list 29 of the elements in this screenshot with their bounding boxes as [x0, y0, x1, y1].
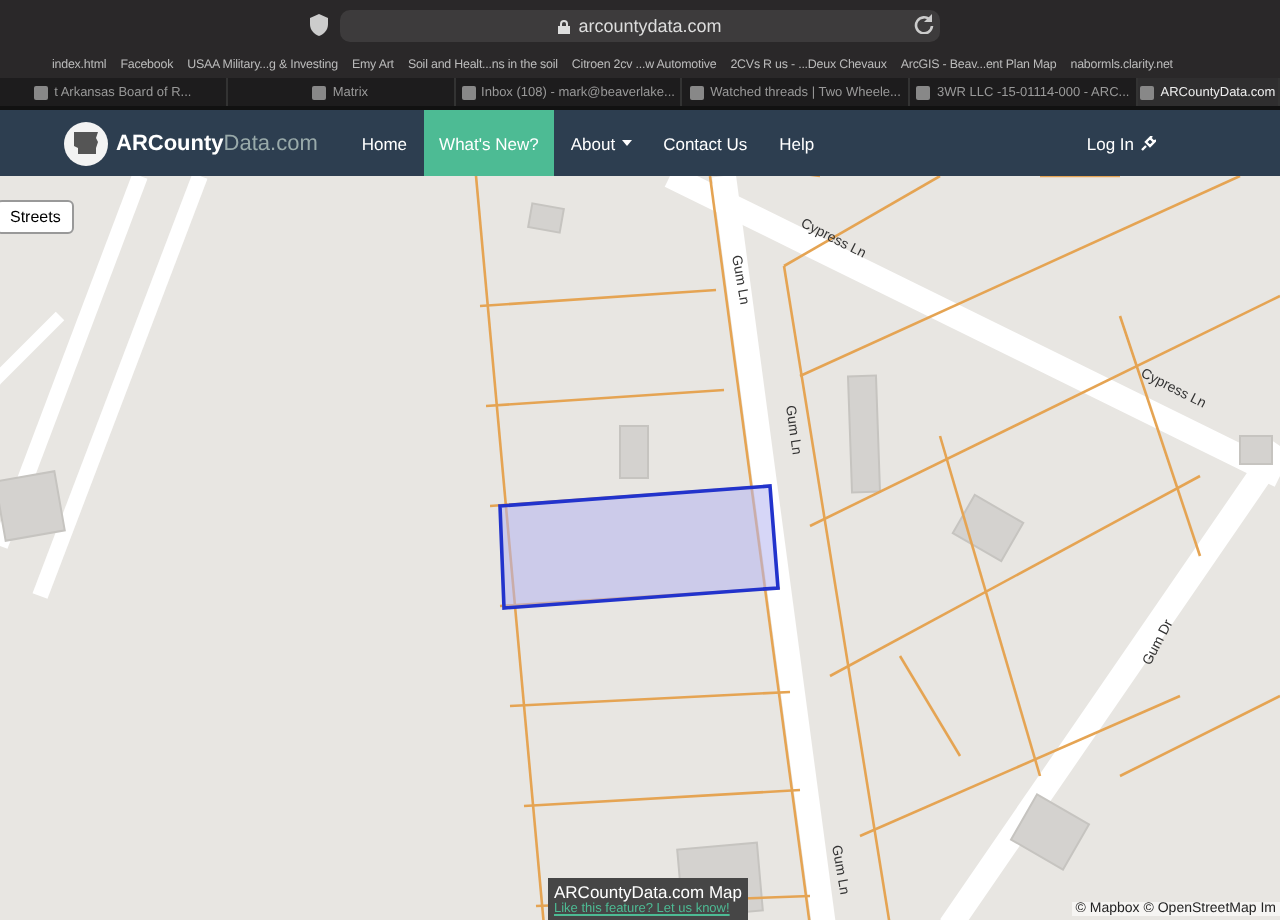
building [1239, 435, 1273, 465]
shield-icon[interactable] [310, 14, 328, 36]
favicon-icon [461, 85, 476, 99]
nav-link[interactable]: About [554, 110, 648, 176]
brand-suffix[interactable]: Data.com [223, 131, 318, 155]
building [619, 425, 649, 479]
nav-link[interactable]: Help [763, 110, 831, 176]
favicon-icon [690, 85, 705, 99]
login-link[interactable]: Log In [1074, 110, 1168, 176]
caret-icon [621, 140, 632, 146]
building [846, 374, 882, 494]
favicon-icon [916, 85, 931, 99]
reload-icon[interactable] [914, 14, 934, 34]
logo-icon[interactable] [64, 121, 108, 165]
favicon-icon [34, 85, 49, 99]
favicon-icon [312, 85, 327, 99]
url-text: arcountydata.com [578, 16, 722, 36]
selected-parcel[interactable] [498, 484, 780, 610]
brand-name[interactable]: ARCounty [116, 131, 224, 155]
nav-link[interactable]: Contact Us [647, 110, 764, 176]
favicon-icon [1140, 85, 1155, 99]
nav-link[interactable]: Home [345, 110, 424, 176]
lock-icon [558, 19, 571, 33]
address-bar[interactable]: arcountydata.com [340, 10, 940, 42]
building [527, 202, 565, 234]
building [0, 470, 66, 542]
plug-icon [1140, 135, 1156, 151]
layer-button[interactable]: Streets [0, 200, 75, 234]
caption-title: ARCountyData.com Map [554, 882, 743, 902]
